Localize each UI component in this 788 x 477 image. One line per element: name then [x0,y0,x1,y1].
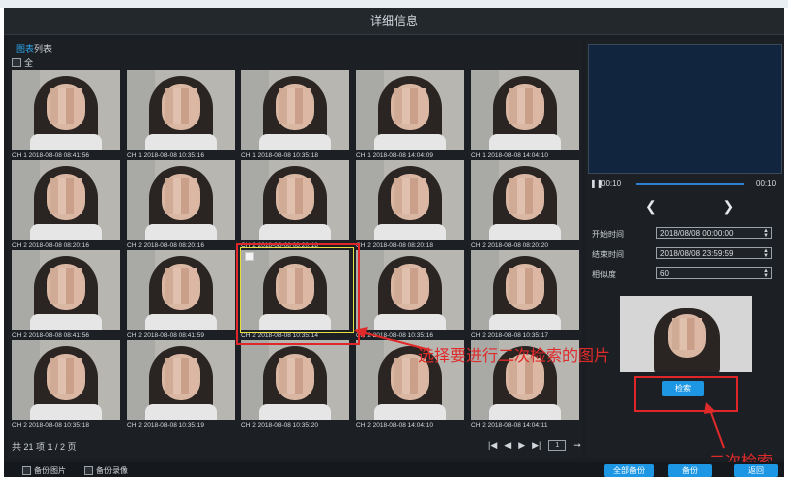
thumbnail-caption: CH 2 2018-08-08 08:41:56 [12,332,89,339]
last-page-icon[interactable]: ▶| [532,440,541,451]
thumbnail-image[interactable] [127,250,235,330]
backup-video-checkbox[interactable] [84,466,93,475]
thumbnail-caption: CH 2 2018-08-08 10:35:18 [12,422,89,429]
backup-video-label: 备份录像 [96,466,128,475]
thumbnail-image[interactable] [127,70,235,150]
tab-chart[interactable]: 图表 [16,42,34,55]
search-button[interactable]: 检索 [662,381,704,396]
backup-button[interactable]: 备份 [668,464,712,477]
time-start: 00:10 [601,179,622,188]
thumbnail-caption: CH 2 2018-08-08 08:41:59 [127,332,204,339]
similarity-spinner-icon[interactable]: ▲ ▼ [763,268,769,279]
annotation-select-note: 选择要进行二次检索的图片 [418,348,611,365]
thumbnail-caption: CH 1 2018-08-08 14:04:09 [356,152,433,159]
select-all-label: 全 [24,58,34,68]
thumbnail-image[interactable] [127,160,235,240]
selected-thumbnail-outline [240,247,354,333]
next-page-icon[interactable]: ▶ [518,440,525,451]
page-number-input[interactable]: 1 [548,440,567,451]
thumbnail-caption: CH 2 2018-08-08 10:35:20 [241,422,318,429]
backup-video-option[interactable]: 备份录像 [84,465,128,476]
progress-track[interactable] [636,183,744,185]
thumbnail-caption: CH 2 2018-08-08 08:20:18 [356,242,433,249]
thumbnail-image[interactable] [471,250,579,330]
prev-page-icon[interactable]: ◀ [504,440,511,451]
thumbnail-image[interactable] [241,70,349,150]
start-time-field[interactable]: 2018/08/08 00:00:00 ▲ ▼ [656,227,772,239]
thumbnail-caption: CH 2 2018-08-08 14:04:10 [356,422,433,429]
thumbnail-image[interactable] [356,70,464,150]
pager-info: 共 21 项 1 / 2 页 [12,442,77,452]
backup-images-checkbox[interactable] [22,466,31,475]
playback-timebar[interactable]: ❚❚ 00:10 00:10 [588,176,780,192]
backup-images-option[interactable]: 备份图片 [22,465,66,476]
thumbnail-caption: CH 1 2018-08-08 10:35:16 [127,152,204,159]
annotation-arrow-search [704,402,725,449]
media-navigation: ❮ ❯ [645,198,734,215]
thumbnail-caption: CH 1 2018-08-08 14:04:10 [471,152,548,159]
thumbnail-image[interactable] [356,160,464,240]
end-time-value: 2018/08/08 23:59:59 [660,249,734,258]
similarity-value: 60 [660,269,669,278]
go-page-icon[interactable]: ➞ [573,440,581,451]
select-all[interactable]: 全 [12,56,33,69]
similarity-label: 相似度 [592,270,616,279]
thumbnail-image[interactable] [471,160,579,240]
thumbnail-image[interactable] [12,160,120,240]
select-all-checkbox[interactable] [12,58,21,67]
thumbnail-image[interactable] [12,340,120,420]
thumbnail-image[interactable] [12,250,120,330]
thumbnail-image[interactable] [241,160,349,240]
thumbnail-caption: CH 2 2018-08-08 10:35:19 [127,422,204,429]
thumbnail-image[interactable] [471,70,579,150]
thumbnail-caption: CH 2 2018-08-08 08:20:16 [12,242,89,249]
thumbnail-caption: CH 1 2018-08-08 10:35:18 [241,152,318,159]
thumbnail-caption: CH 1 2018-08-08 08:41:56 [12,152,89,159]
video-preview[interactable] [588,44,782,174]
start-time-label: 开始时间 [592,230,624,239]
thumbnail-caption: CH 2 2018-08-08 14:04:11 [471,422,548,429]
selected-thumbnail-checkbox[interactable] [245,252,254,261]
page-top-strip [0,0,788,8]
thumbnail-caption: CH 2 2018-08-08 08:20:16 [127,242,204,249]
thumbnail-image[interactable] [12,70,120,150]
tab-list[interactable]: 列表 [34,42,52,55]
thumbnail-caption: CH 2 2018-08-08 10:35:17 [471,332,548,339]
previous-icon[interactable]: ❮ [645,198,657,214]
start-time-value: 2018/08/08 00:00:00 [660,229,734,238]
thumbnail-image[interactable] [241,340,349,420]
next-icon[interactable]: ❯ [723,198,735,214]
reference-face-preview [620,296,752,372]
end-time-spinner-icon[interactable]: ▲ ▼ [763,248,769,259]
end-time-field[interactable]: 2018/08/08 23:59:59 ▲ ▼ [656,247,772,259]
backup-images-label: 备份图片 [34,466,66,475]
time-end: 00:10 [756,179,777,188]
back-button[interactable]: 返回 [734,464,778,477]
similarity-field[interactable]: 60 ▲ ▼ [656,267,772,279]
thumbnail-caption: CH 2 2018-08-08 08:20:20 [471,242,548,249]
pager-controls: |◀ ◀ ▶ ▶| 1 ➞ [488,440,581,451]
start-time-spinner-icon[interactable]: ▲ ▼ [763,228,769,239]
backup-all-button[interactable]: 全部备份 [604,464,654,477]
thumbnail-image[interactable] [127,340,235,420]
end-time-label: 结束时间 [592,250,624,259]
first-page-icon[interactable]: |◀ [488,440,497,451]
window-title: 详细信息 [4,8,784,35]
